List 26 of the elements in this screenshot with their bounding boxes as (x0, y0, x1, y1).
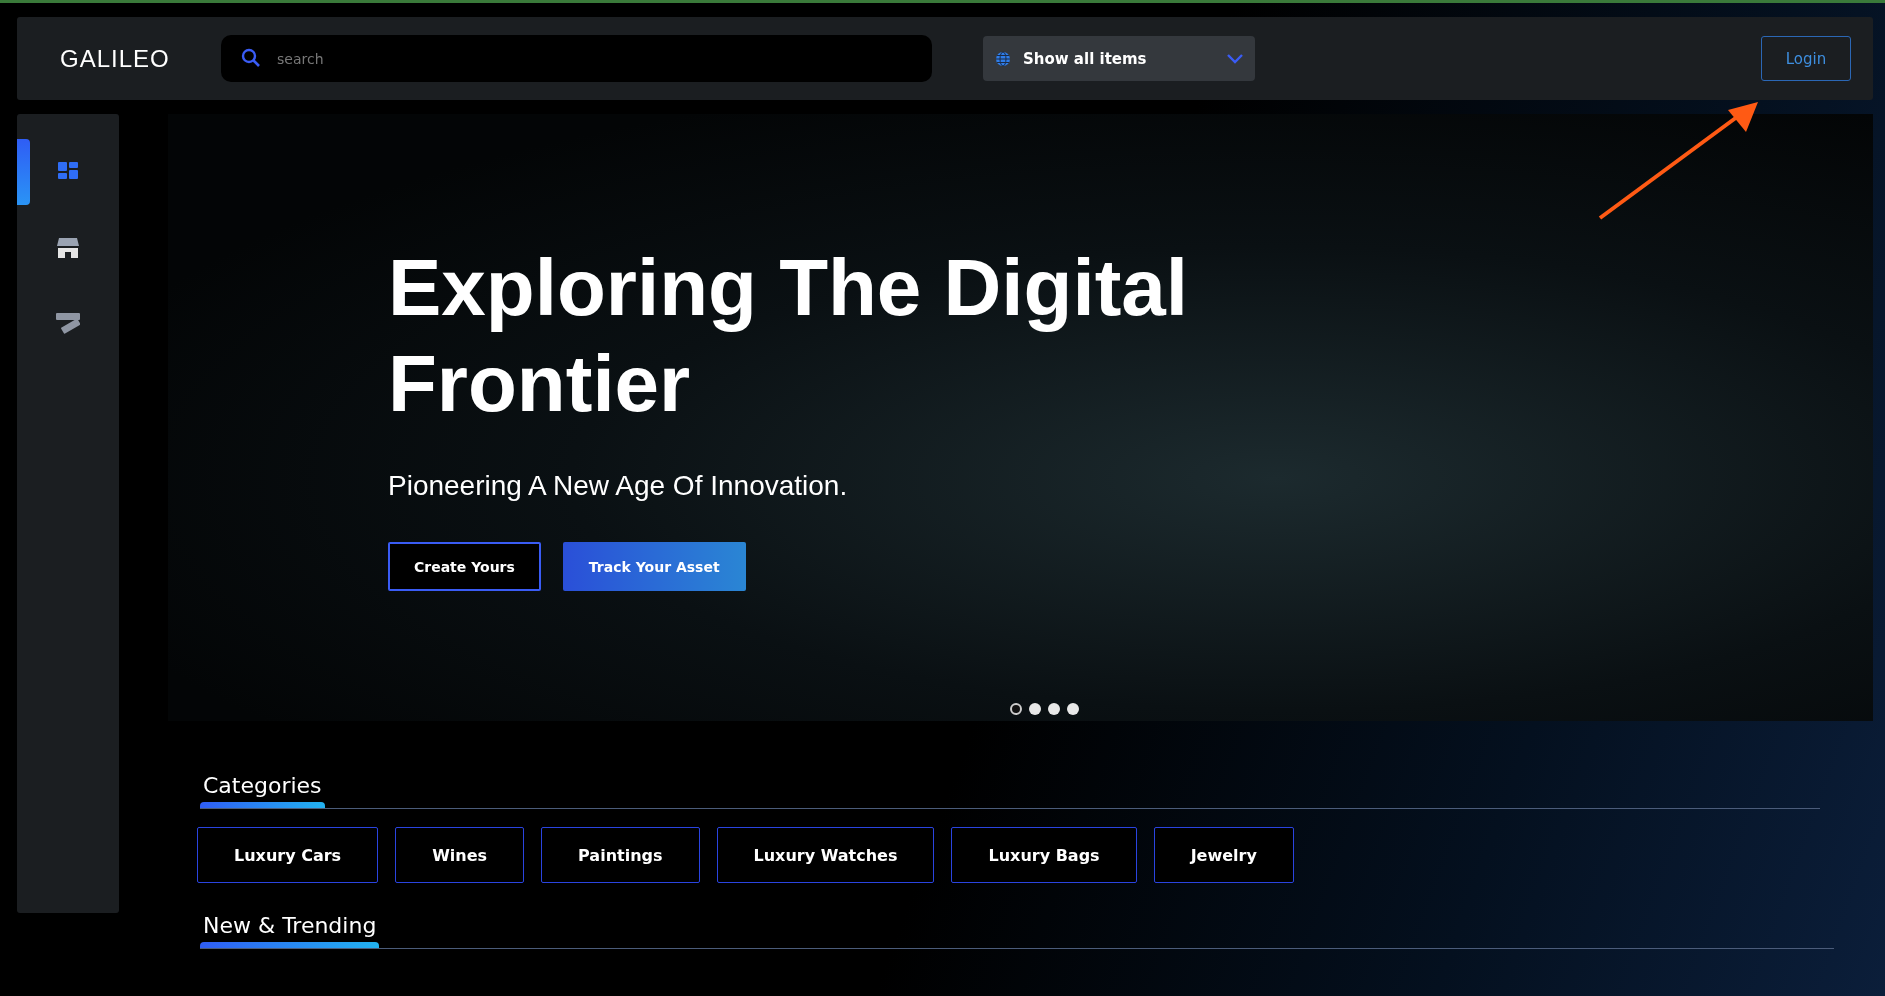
category-button[interactable]: Paintings (541, 827, 700, 883)
search-field[interactable]: search (221, 35, 932, 82)
category-button[interactable]: Luxury Bags (951, 827, 1137, 883)
hero-subtitle: Pioneering A New Age Of Innovation. (388, 470, 849, 502)
store-icon (57, 236, 79, 260)
carousel-dot[interactable] (1048, 703, 1060, 715)
section-heading: Categories (202, 773, 323, 800)
carousel-dot[interactable] (1010, 703, 1022, 715)
globe-icon (995, 50, 1011, 67)
search-icon (241, 48, 261, 68)
login-button[interactable]: Login (1761, 36, 1851, 81)
category-button[interactable]: Jewelry (1153, 827, 1294, 883)
carousel-dot[interactable] (1029, 703, 1041, 715)
carousel-dot[interactable] (1067, 703, 1079, 715)
track-asset-button[interactable]: Track Your Asset (562, 542, 746, 591)
hero-title: Exploring The Digital Frontier (388, 242, 1190, 430)
create-button[interactable]: Create Yours (388, 542, 541, 591)
logo: GALILEO (60, 44, 171, 73)
category-button[interactable]: Luxury Watches (716, 827, 935, 883)
active-indicator (17, 139, 30, 205)
filter-dropdown[interactable]: Show all items (983, 36, 1255, 81)
grid-icon (58, 162, 78, 182)
category-button[interactable]: Wines (395, 827, 525, 883)
category-button[interactable]: Luxury Cars (197, 827, 379, 883)
section-heading: New & Trending (202, 913, 378, 940)
chevron-down-icon (1227, 53, 1243, 64)
